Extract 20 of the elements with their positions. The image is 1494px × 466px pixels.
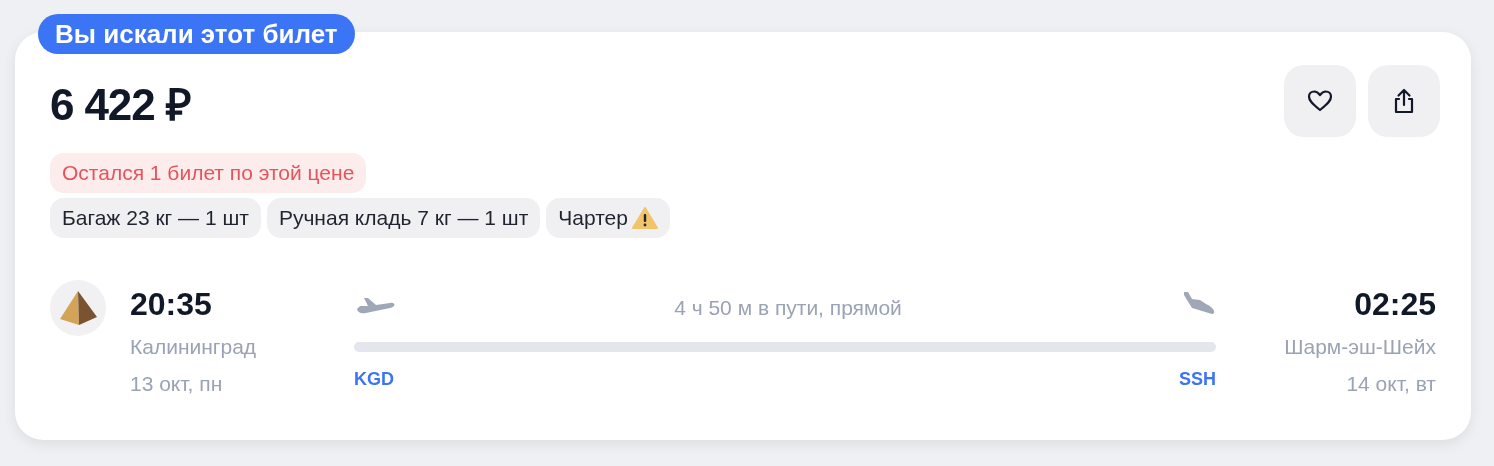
airline-logo <box>50 280 106 336</box>
flight-duration: 4 ч 50 м в пути, прямой <box>674 295 902 322</box>
airport-code: SSH <box>1179 368 1216 391</box>
favorite-button[interactable] <box>1284 65 1356 137</box>
departure-city: Калининград <box>130 334 258 360</box>
arrival-city: Шарм-эш-Шейх <box>1284 334 1436 360</box>
share-button[interactable] <box>1368 65 1440 137</box>
search-badge: Вы искали этот билет <box>38 14 355 54</box>
airport-code: KGD <box>354 368 394 391</box>
departure-time: 20:35 <box>130 285 213 324</box>
availability-tag: Остался 1 билет по этой цене <box>50 153 367 193</box>
heart-icon <box>1307 89 1333 113</box>
info-tag: Чартер <box>546 198 670 238</box>
info-tag: Ручная кладь 7 кг — 1 шт <box>266 198 541 238</box>
info-tag: Багаж 23 кг — 1 шт <box>50 198 261 238</box>
warning-icon <box>631 206 658 230</box>
arrival-time: 02:25 <box>1354 285 1436 324</box>
ticket-price: 6 422 ₽ <box>50 79 191 131</box>
departure-date: 13 окт, пн <box>130 371 224 397</box>
arrival-date: 14 окт, вт <box>1346 371 1436 397</box>
